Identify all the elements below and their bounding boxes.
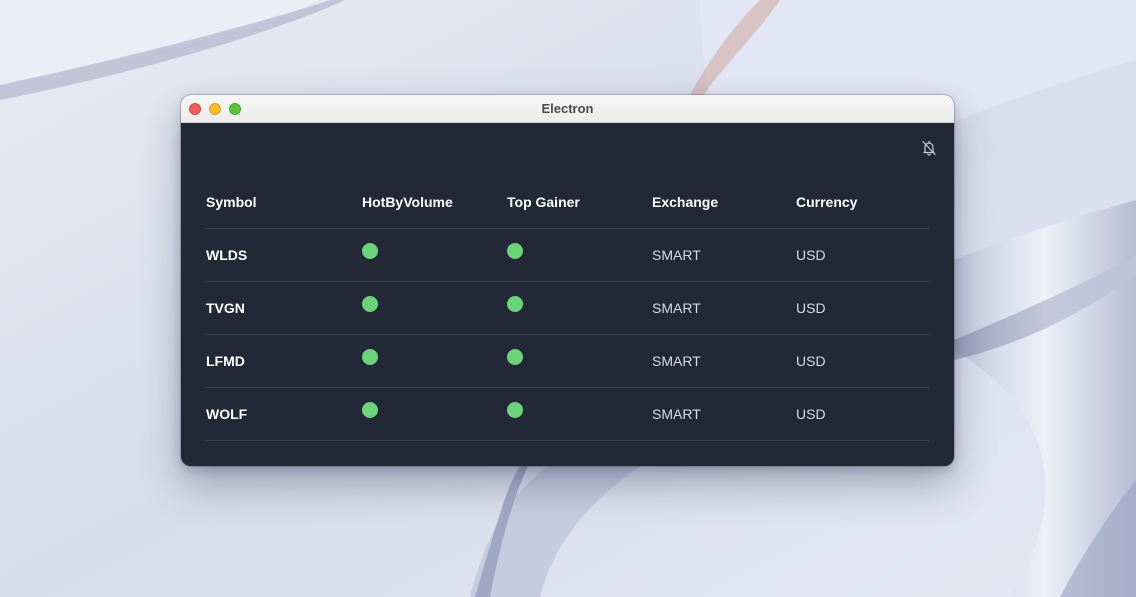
hotbyvolume-cell [362, 281, 507, 335]
column-header-currency[interactable]: Currency [796, 177, 929, 229]
status-dot-icon [507, 243, 523, 259]
status-dot-icon [507, 296, 523, 312]
exchange-cell: SMART [652, 281, 796, 335]
table-header-row: Symbol HotByVolume Top Gainer Exchange C… [206, 177, 929, 229]
column-header-symbol[interactable]: Symbol [206, 177, 362, 229]
exchange-cell: SMART [652, 228, 796, 282]
symbol-cell: WOLF [206, 387, 362, 441]
column-header-hotbyvolume[interactable]: HotByVolume [362, 177, 507, 229]
top-gainer-cell [507, 228, 652, 282]
table-row[interactable]: LFMD SMART USD [206, 334, 929, 388]
main-content: Symbol HotByVolume Top Gainer Exchange C… [181, 123, 954, 466]
exchange-cell: SMART [652, 387, 796, 441]
bell-off-icon[interactable] [921, 140, 937, 156]
table-row[interactable]: TVGN SMART USD [206, 281, 929, 335]
column-header-top-gainer[interactable]: Top Gainer [507, 177, 652, 229]
app-window: Electron Symbol HotByVolume Top Gainer E… [181, 95, 954, 466]
currency-cell: USD [796, 228, 929, 282]
table-row[interactable]: WOLF SMART USD [206, 387, 929, 441]
top-gainer-cell [507, 387, 652, 441]
table-row[interactable]: WLDS SMART USD [206, 228, 929, 282]
currency-cell: USD [796, 281, 929, 335]
status-dot-icon [507, 349, 523, 365]
symbol-cell: WLDS [206, 228, 362, 282]
status-dot-icon [362, 296, 378, 312]
hotbyvolume-cell [362, 228, 507, 282]
status-dot-icon [362, 243, 378, 259]
hotbyvolume-cell [362, 334, 507, 388]
title-bar[interactable]: Electron [181, 95, 954, 123]
column-header-exchange[interactable]: Exchange [652, 177, 796, 229]
window-title: Electron [541, 101, 594, 116]
symbol-cell: LFMD [206, 334, 362, 388]
symbol-cell: TVGN [206, 281, 362, 335]
exchange-cell: SMART [652, 334, 796, 388]
currency-cell: USD [796, 334, 929, 388]
currency-cell: USD [796, 387, 929, 441]
hotbyvolume-cell [362, 387, 507, 441]
scanner-table: Symbol HotByVolume Top Gainer Exchange C… [206, 177, 929, 441]
status-dot-icon [507, 402, 523, 418]
status-dot-icon [362, 349, 378, 365]
top-gainer-cell [507, 334, 652, 388]
top-gainer-cell [507, 281, 652, 335]
status-dot-icon [362, 402, 378, 418]
